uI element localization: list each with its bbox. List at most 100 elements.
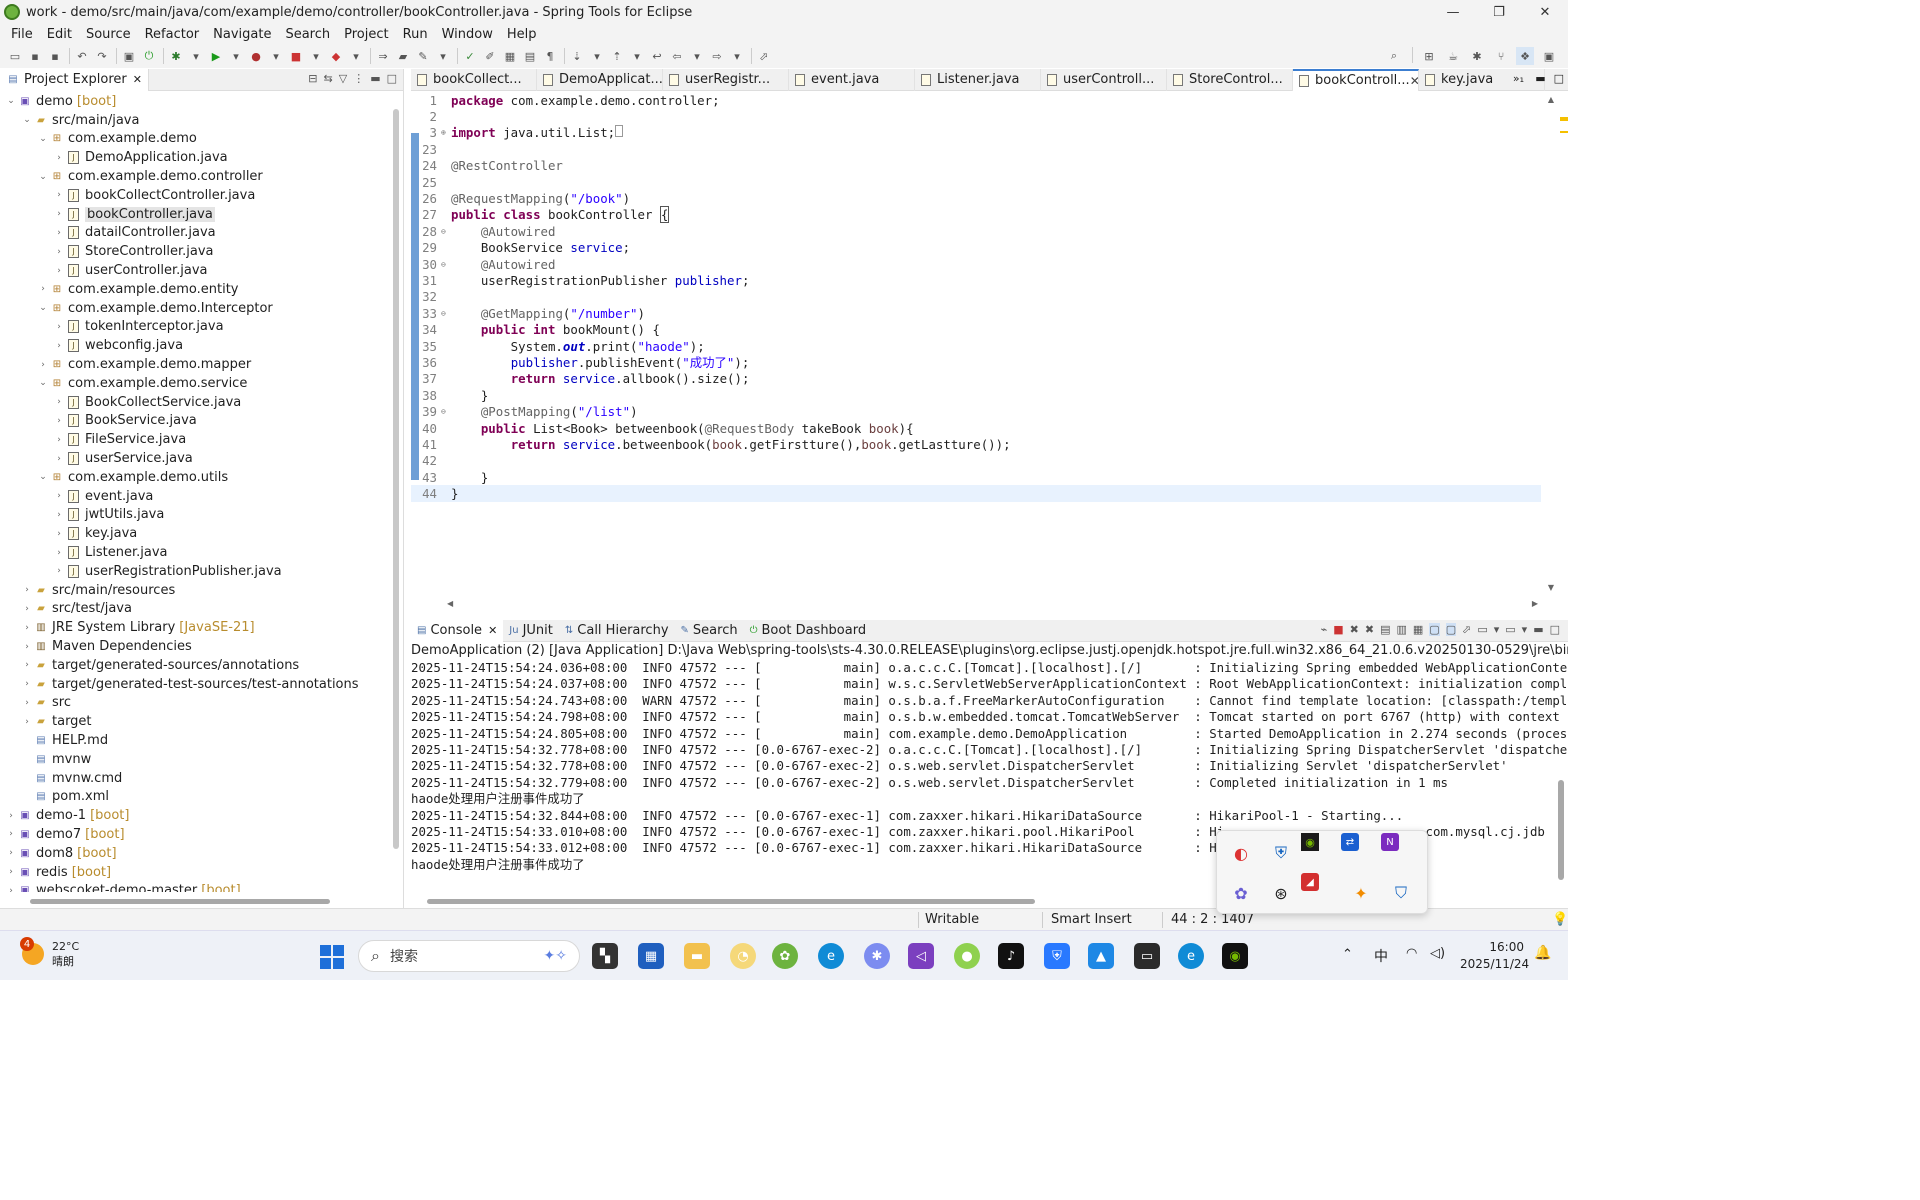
code-line[interactable]: 24 @RestController [411,158,1541,174]
editor-tab[interactable]: userRegistr... [663,68,789,91]
tree-item[interactable]: › J FileService.java [0,430,392,449]
code-line[interactable]: 27 public class bookController { [411,206,1541,224]
run-dropdown-icon[interactable]: ▾ [227,47,245,65]
menu-run[interactable]: Run [396,27,435,42]
collapsed-chevron-icon[interactable]: › [20,623,34,633]
view-menu-icon[interactable]: ⋮ [353,72,364,85]
editor-tab[interactable]: bookControll... ✕ [1293,68,1419,91]
collapsed-chevron-icon[interactable]: › [52,548,66,558]
collapsed-chevron-icon[interactable]: › [52,266,66,276]
collapsed-chevron-icon[interactable]: › [52,454,66,464]
settings-app-icon[interactable]: ✱ [864,943,890,969]
menu-window[interactable]: Window [435,27,500,42]
tree-item[interactable]: › Jwebconfig.java [0,336,392,355]
tree-item[interactable]: ⌄ ⊞ com.example.demo.Interceptor [0,299,392,318]
code-line[interactable]: 32 [411,289,1541,305]
code-line[interactable]: 42 [411,453,1541,469]
maximize-view-icon[interactable]: □ [387,72,397,85]
menu-file[interactable]: File [4,27,40,42]
tree-item[interactable]: › JuserService.java [0,449,392,468]
tree-item[interactable]: ⌄ ⊞ com.example.demo [0,130,392,149]
collapsed-chevron-icon[interactable]: › [52,510,66,520]
tree-item[interactable]: ▤ HELP.md [0,731,392,750]
prev-annotation-dropdown-icon[interactable]: ▾ [628,47,646,65]
tree-item[interactable]: ⌄ ⊞ com.example.demo.controller [0,167,392,186]
visual-studio-icon[interactable]: ◁ [908,943,934,969]
pin-editor-icon[interactable]: ⬀ [755,47,773,65]
tray-nvidia-icon[interactable]: ◉ [1301,833,1319,851]
code-line[interactable]: 2 [411,108,1541,124]
menu-navigate[interactable]: Navigate [206,27,278,42]
code-line[interactable]: 23 [411,141,1541,157]
whitespace-icon[interactable]: ▤ [521,47,539,65]
code-line[interactable]: 29 BookService service; [411,240,1541,256]
tree-item[interactable]: › JuserRegistrationPublisher.java [0,562,392,581]
collapsed-chevron-icon[interactable]: › [52,190,66,200]
menu-edit[interactable]: Edit [40,27,79,42]
word-wrap-icon[interactable]: ▦ [1413,623,1423,636]
tree-item[interactable]: › J BookCollectService.java [0,393,392,412]
collapsed-chevron-icon[interactable]: › [52,566,66,576]
terminal-app-icon[interactable]: ▭ [1134,943,1160,969]
app-green-icon[interactable]: ● [954,943,980,969]
annotation-icon[interactable]: ✓ [461,47,479,65]
tree-item[interactable]: ⌄ ⊞ com.example.demo.utils [0,468,392,487]
minimize-console-icon[interactable]: ▬ [1533,623,1543,636]
next-annotation-dropdown-icon[interactable]: ▾ [588,47,606,65]
tree-item[interactable]: ▤ mvnw [0,750,392,769]
code-line[interactable]: 44} [411,485,1541,502]
resource-perspective-icon[interactable]: ▣ [1540,47,1558,65]
close-button[interactable]: ✕ [1522,0,1568,24]
editor-tab[interactable]: Listener.java [915,68,1041,91]
scroll-up-arrow-icon[interactable]: ▲ [1548,95,1554,104]
debug-icon[interactable]: ✱ [167,47,185,65]
minimize-editor-icon[interactable]: ▬ [1535,72,1545,85]
tray-app-acrobat-icon[interactable]: ◢ [1301,873,1319,891]
show-on-stderr-icon[interactable]: ▢ [1445,623,1457,636]
collapsed-chevron-icon[interactable]: › [4,829,18,839]
stop-icon[interactable]: ■ [287,47,305,65]
close-project-explorer-icon[interactable]: ✕ [133,73,142,86]
collapsed-chevron-icon[interactable]: › [52,322,66,332]
tree-item[interactable]: › Jevent.java [0,487,392,506]
tree-item[interactable]: ⌄ ⊞ com.example.demo.service [0,374,392,393]
tree-item[interactable]: › JbookController.java [0,205,392,224]
weather-widget[interactable]: 4 22°C 晴朗 [20,937,79,969]
search-dropdown-icon[interactable]: ▾ [434,47,452,65]
filter-icon[interactable]: ▽ [339,72,347,85]
explorer-vertical-scrollbar[interactable] [393,109,399,849]
open-folder-icon[interactable]: ▰ [394,47,412,65]
console-tab[interactable]: ⇅ Call Hierarchy [559,620,675,642]
pin-console-icon[interactable]: ⬀ [1462,623,1471,636]
debug-perspective-icon[interactable]: ✱ [1468,47,1486,65]
minimize-view-icon[interactable]: ▬ [370,72,380,85]
terminal-icon[interactable]: ▣ [120,47,138,65]
show-on-stdout-icon[interactable]: ▢ [1429,623,1440,636]
remove-terminated-icon[interactable]: ✖ [1350,623,1359,636]
expanded-chevron-icon[interactable]: ⌄ [4,96,18,106]
ime-indicator[interactable]: 中 [1374,946,1388,966]
collapsed-chevron-icon[interactable]: › [20,642,34,652]
console-tab[interactable]: ✎ Search [675,620,744,642]
tray-app-red-icon[interactable]: ◐ [1221,833,1261,873]
file-explorer-icon[interactable]: ▬ [684,943,710,969]
link-with-editor-icon[interactable]: ⇆ [324,72,333,85]
tree-item[interactable]: › ⊞ com.example.demo.entity [0,280,392,299]
tree-item[interactable]: › ▰ target/generated-sources/annotations [0,656,392,675]
code-line[interactable]: 37 return service.allbook().size(); [411,371,1541,387]
tree-item[interactable]: › ⊞ com.example.demo.mapper [0,355,392,374]
overview-warning-marker[interactable] [1560,117,1568,121]
menu-search[interactable]: Search [278,27,337,42]
console-vertical-scrollbar[interactable] [1558,780,1564,880]
scroll-left-arrow-icon[interactable]: ◀ [447,599,453,608]
tree-item[interactable]: › ▥ Maven Dependencies [0,637,392,656]
open-perspective-icon[interactable]: ⊞ [1420,47,1438,65]
azure-icon[interactable]: ▲ [1088,943,1114,969]
prev-annotation-icon[interactable]: ⇡ [608,47,626,65]
collapsed-chevron-icon[interactable]: › [52,341,66,351]
console-horizontal-scrollbar[interactable] [427,899,1035,904]
back-dropdown-icon[interactable]: ▾ [688,47,706,65]
tree-item[interactable]: › ▣ demo-1 [boot] [0,806,392,825]
display-console-icon[interactable]: ▭ [1477,623,1487,636]
redo-icon[interactable]: ↷ [93,47,111,65]
